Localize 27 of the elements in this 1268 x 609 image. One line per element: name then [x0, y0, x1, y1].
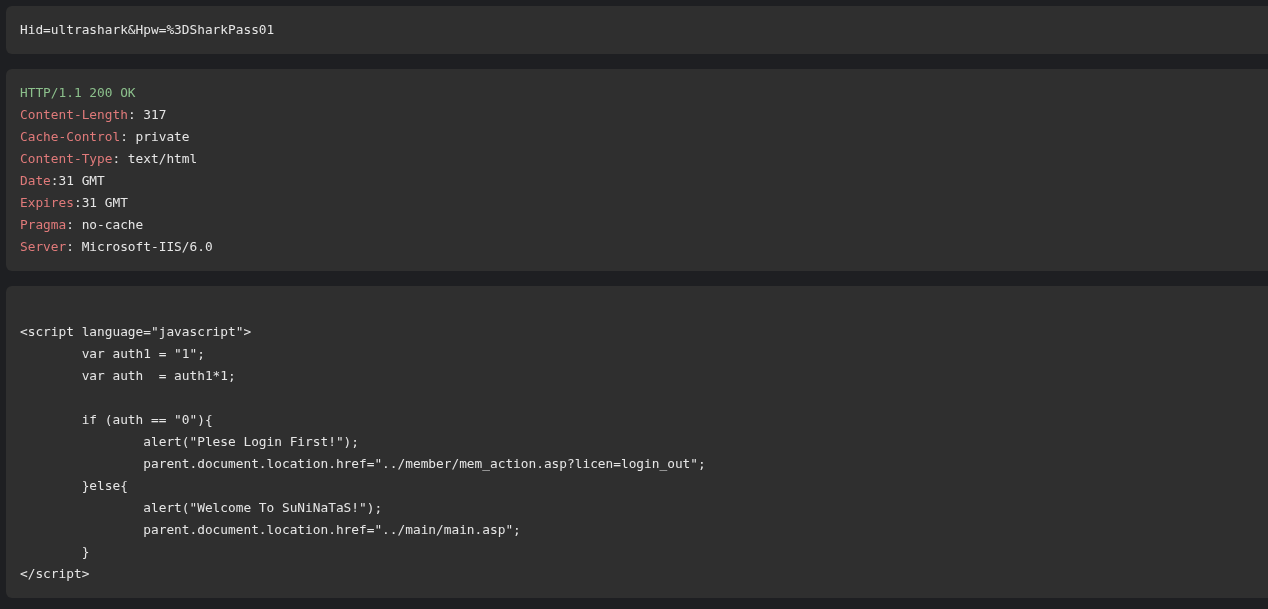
header-value: : Microsoft-IIS/6.0	[66, 239, 213, 254]
code-line: }else{	[80, 477, 128, 495]
header-name: Pragma	[20, 217, 67, 232]
header-value: :31 GMT	[50, 173, 105, 188]
code-line: alert("Welcome To SuNiNaTaS!");	[142, 499, 383, 517]
header-name: Content-Type	[20, 151, 113, 166]
header-name: Cache-Control	[20, 129, 121, 144]
header-value: : text/html	[112, 151, 198, 166]
code-line: var auth1 = "1";	[80, 345, 205, 363]
code-line: var auth = auth1*1;	[80, 367, 236, 385]
code-line: if (auth == "0"){	[80, 411, 213, 429]
header-value: : 317	[127, 107, 167, 122]
header-value: :31 GMT	[73, 195, 128, 210]
code-line: }	[80, 543, 90, 561]
header-name: Content-Length	[20, 107, 128, 122]
header-value: : private	[120, 129, 190, 144]
header-name: Server	[20, 239, 67, 254]
code-line: </script>	[20, 565, 90, 583]
code-line: alert("Plese Login First!");	[142, 433, 359, 451]
code-line: parent.document.location.href="../member/mem_action.asp?licen=login_out";	[142, 455, 706, 473]
code-line: <script language="javascript">	[20, 323, 252, 341]
header-name: Date	[20, 173, 51, 188]
code-line: parent.document.location.href="../main/main.asp";	[142, 521, 521, 539]
header-name: Expires	[20, 195, 74, 210]
header-value: : no-cache	[66, 217, 144, 232]
code-line: Hid=ultrashark&Hpw=%3DSharkPass01	[20, 21, 275, 39]
status-line: HTTP/1.1 200 OK	[20, 84, 136, 102]
